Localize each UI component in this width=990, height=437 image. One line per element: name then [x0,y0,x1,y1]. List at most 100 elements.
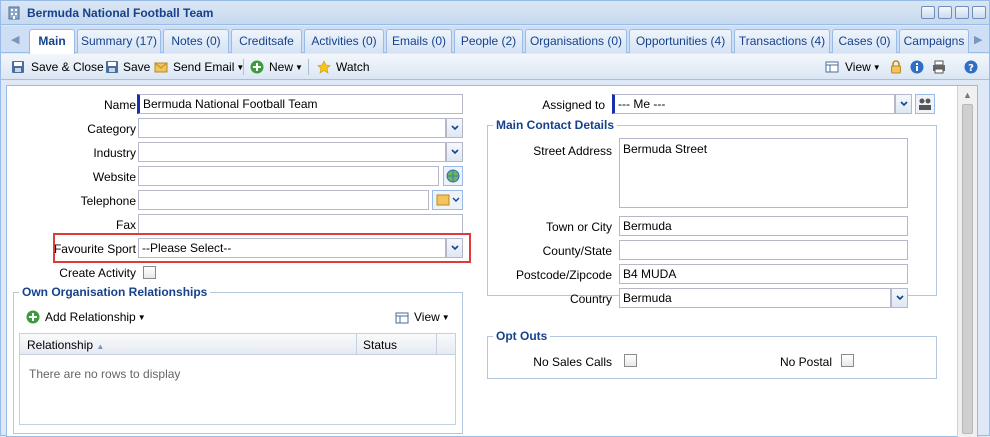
maximize-icon[interactable] [955,6,969,19]
tab-people[interactable]: People (2) [454,29,523,53]
phone-dial-icon[interactable] [432,190,463,210]
chevron-down-icon: ▼ [295,63,303,72]
tab-scroll-left-icon[interactable]: ◀ [11,33,19,46]
category-label: Category [87,122,136,136]
favourite-sport-dropdown-trigger[interactable] [446,238,463,258]
save-icon [106,61,118,73]
info-icon[interactable] [910,60,924,74]
view-button[interactable]: View ▼ [845,58,881,76]
fax-field[interactable] [138,214,463,234]
industry-dropdown-trigger[interactable] [446,142,463,162]
town-field[interactable]: Bermuda [619,216,908,236]
town-label: Town or City [545,220,612,234]
column-relationship[interactable]: Relationship ▲ [27,338,104,352]
tab-organisations[interactable]: Organisations (0) [525,29,627,53]
category-add-trigger[interactable] [446,118,463,138]
county-label: County/State [542,244,612,258]
relationships-grid-body: There are no rows to display [19,355,456,425]
favourite-sport-field[interactable]: --Please Select-- [138,238,446,258]
watch-button[interactable]: Watch [336,58,370,76]
relationships-view-button[interactable]: View ▼ [414,308,450,326]
column-relationship-label: Relationship [27,338,94,352]
empty-grid-text: There are no rows to display [29,367,181,381]
email-icon [154,62,168,73]
category-field[interactable] [138,118,446,138]
new-label: New [269,60,294,74]
window-title: Bermuda National Football Team [27,6,214,20]
toolbar-separator [243,59,244,75]
website-field[interactable] [138,166,439,186]
globe-link-icon[interactable] [443,166,463,186]
add-relationship-label: Add Relationship [45,310,136,324]
view-label: View [845,60,871,74]
minimize-icon[interactable] [938,6,952,19]
tab-main[interactable]: Main [29,29,75,54]
save-close-icon [12,61,24,73]
county-field[interactable] [619,240,908,260]
column-divider [356,334,357,354]
send-email-label: Send Email [173,60,235,74]
column-status[interactable]: Status [363,338,397,352]
scroll-up-icon[interactable]: ▲ [963,90,972,100]
industry-field[interactable] [138,142,446,162]
user-picker-icon[interactable] [915,94,935,114]
tab-notes[interactable]: Notes (0) [163,29,229,53]
plus-icon [250,60,264,74]
postcode-field[interactable]: B4 MUDA [619,264,908,284]
industry-label: Industry [93,146,136,160]
help-icon[interactable]: ? [964,60,978,74]
relationships-grid-header: Relationship ▲ Status [19,333,456,355]
pin-icon[interactable] [921,6,935,19]
street-address-field[interactable]: Bermuda Street [619,138,908,208]
tab-opportunities[interactable]: Opportunities (4) [629,29,732,53]
website-label: Website [92,170,136,184]
postcode-label: Postcode/Zipcode [515,268,612,282]
chevron-down-icon: ▼ [872,63,881,72]
lock-icon[interactable] [889,60,903,74]
record-form: Name Bermuda National Football Team Cate… [6,85,978,437]
tab-cases[interactable]: Cases (0) [832,29,897,53]
tab-campaigns[interactable]: Campaigns [899,29,969,53]
save-button[interactable]: Save [123,58,150,76]
add-relationship-button[interactable]: Add Relationship ▼ [45,308,146,326]
tab-summary[interactable]: Summary (17) [77,29,161,53]
new-button[interactable]: New ▼ [269,58,303,76]
name-field[interactable]: Bermuda National Football Team [137,94,463,114]
country-dropdown-trigger[interactable] [891,288,908,308]
telephone-label: Telephone [80,194,136,208]
star-icon [317,60,331,74]
create-activity-label: Create Activity [59,266,136,280]
own-relationships-legend: Own Organisation Relationships [19,285,211,299]
assigned-to-field[interactable]: --- Me --- [612,94,895,114]
favourite-sport-label: Favourite Sport [53,242,136,256]
plus-icon [26,310,40,324]
building-icon [8,6,20,20]
send-email-button[interactable]: Send Email ▼ [173,58,244,76]
telephone-field[interactable] [138,190,429,210]
no-sales-calls-checkbox[interactable] [624,354,637,367]
no-postal-label: No Postal [779,355,832,369]
tab-creditsafe[interactable]: Creditsafe [231,29,302,53]
country-label: Country [569,292,612,306]
save-close-button[interactable]: Save & Close [31,58,104,76]
print-icon[interactable] [932,60,946,74]
view-grid-icon [825,61,839,73]
close-icon[interactable] [972,6,986,19]
tab-emails[interactable]: Emails (0) [386,29,452,53]
column-divider [436,334,437,354]
chevron-down-icon [451,149,459,155]
chevron-down-icon: ▼ [441,313,450,322]
country-field[interactable]: Bermuda [619,288,891,308]
tab-scroll-right-icon[interactable]: ▶ [974,33,982,46]
vertical-scrollbar[interactable]: ▲ [957,86,977,437]
tab-transactions[interactable]: Transactions (4) [734,29,830,53]
assigned-to-dropdown-trigger[interactable] [895,94,912,114]
scroll-thumb[interactable] [962,104,973,434]
toolbar-separator [308,59,309,75]
no-postal-checkbox[interactable] [841,354,854,367]
create-activity-checkbox[interactable] [143,266,156,279]
title-bar: Bermuda National Football Team [1,1,989,25]
tab-activities[interactable]: Activities (0) [304,29,384,53]
chevron-down-icon [451,245,459,251]
sort-asc-icon: ▲ [96,342,105,351]
